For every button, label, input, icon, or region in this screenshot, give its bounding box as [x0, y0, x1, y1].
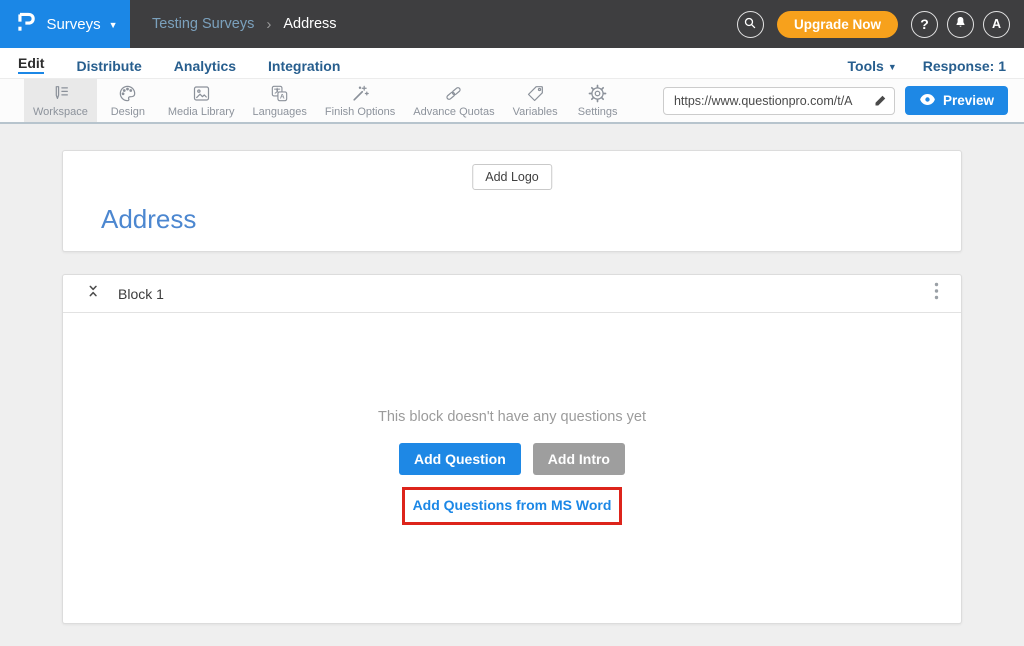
- bell-icon: [953, 15, 968, 33]
- toolbar-item-label: Settings: [578, 106, 618, 118]
- block-header: Block 1: [63, 275, 961, 313]
- toolbar-item-label: Workspace: [33, 106, 88, 118]
- topbar-actions: Upgrade Now ? A: [737, 11, 1024, 38]
- breadcrumb-separator-icon: ›: [266, 16, 271, 33]
- toolbar-item-label: Languages: [252, 106, 306, 118]
- toolbar-item-label: Media Library: [168, 106, 235, 118]
- product-switcher[interactable]: Surveys ▼: [0, 0, 130, 48]
- languages-icon: A: [269, 83, 290, 104]
- survey-editor-canvas: Add Logo Address Block 1: [0, 124, 1024, 624]
- block-body: This block doesn't have any questions ye…: [63, 313, 961, 623]
- variables-icon: [525, 83, 546, 104]
- toolbar-item-variables[interactable]: Variables: [504, 79, 567, 122]
- collapse-block-button[interactable]: [85, 283, 102, 304]
- editor-toolbar: Workspace Design Media Library: [0, 78, 1024, 124]
- tab-analytics[interactable]: Analytics: [174, 58, 236, 74]
- tab-distribute[interactable]: Distribute: [76, 58, 141, 74]
- survey-link-area: Preview: [663, 79, 1024, 122]
- toolbar-item-design[interactable]: Design: [97, 79, 159, 122]
- survey-title[interactable]: Address: [101, 204, 196, 235]
- toolbar-item-label: Finish Options: [325, 106, 395, 118]
- chevron-down-icon: ▼: [888, 62, 897, 72]
- media-library-icon: [191, 83, 212, 104]
- add-question-button[interactable]: Add Question: [399, 443, 521, 475]
- tools-menu-button[interactable]: Tools▼: [848, 58, 897, 74]
- nav-right: Tools▼ Response: 1: [848, 58, 1006, 74]
- toolbar-item-finish-options[interactable]: Finish Options: [316, 79, 404, 122]
- red-highlight-box: Add Questions from MS Word: [402, 487, 622, 525]
- toolbar-item-label: Advance Quotas: [413, 106, 494, 118]
- help-button[interactable]: ?: [911, 11, 938, 38]
- block-menu-button[interactable]: [934, 282, 939, 305]
- questionpro-logo-icon: [12, 9, 38, 40]
- search-button[interactable]: [737, 11, 764, 38]
- avatar-initial: A: [992, 17, 1001, 31]
- toolbar-item-settings[interactable]: Settings: [567, 79, 629, 122]
- add-intro-button[interactable]: Add Intro: [533, 443, 625, 475]
- toolbar-item-workspace[interactable]: Workspace: [24, 79, 97, 122]
- help-icon: ?: [920, 16, 929, 32]
- upgrade-now-button[interactable]: Upgrade Now: [777, 11, 898, 38]
- product-label: Surveys: [46, 16, 100, 33]
- chevron-down-icon: ▼: [109, 21, 118, 30]
- collapse-vertical-icon: [85, 283, 102, 304]
- eye-icon: [919, 93, 936, 109]
- design-icon: [117, 83, 138, 104]
- toolbar-item-languages[interactable]: A Languages: [243, 79, 315, 122]
- tab-integration[interactable]: Integration: [268, 58, 340, 74]
- kebab-menu-icon: [934, 282, 939, 305]
- survey-header-card: Add Logo Address: [62, 150, 962, 252]
- section-nav: Edit Distribute Analytics Integration To…: [0, 48, 1024, 78]
- toolbar-item-label: Variables: [513, 106, 558, 118]
- empty-block-message: This block doesn't have any questions ye…: [63, 409, 961, 425]
- toolbar-item-label: Design: [111, 106, 145, 118]
- advance-quotas-icon: [443, 83, 464, 104]
- breadcrumb: Testing Surveys › Address: [152, 16, 337, 33]
- svg-text:A: A: [280, 93, 285, 100]
- add-questions-from-ms-word-link[interactable]: Add Questions from MS Word: [413, 497, 612, 513]
- finish-options-icon: [350, 83, 371, 104]
- notifications-button[interactable]: [947, 11, 974, 38]
- tab-edit[interactable]: Edit: [18, 55, 44, 74]
- avatar[interactable]: A: [983, 11, 1010, 38]
- workspace-icon: [50, 83, 71, 104]
- search-icon: [742, 15, 758, 34]
- toolbar-item-advance-quotas[interactable]: Advance Quotas: [404, 79, 503, 122]
- block-card: Block 1 This block doesn't have any ques…: [62, 274, 962, 624]
- response-count[interactable]: Response: 1: [923, 58, 1006, 74]
- survey-url-input[interactable]: [663, 87, 895, 115]
- preview-button[interactable]: Preview: [905, 86, 1008, 115]
- survey-url-field: [663, 87, 895, 115]
- breadcrumb-parent[interactable]: Testing Surveys: [152, 16, 254, 32]
- block-title[interactable]: Block 1: [118, 286, 164, 302]
- edit-url-pencil-icon[interactable]: [873, 93, 888, 113]
- breadcrumb-current: Address: [283, 16, 336, 32]
- toolbar-item-media-library[interactable]: Media Library: [159, 79, 244, 122]
- add-logo-button[interactable]: Add Logo: [472, 164, 552, 190]
- settings-icon: [587, 83, 608, 104]
- block-actions: Add Question Add Intro: [63, 443, 961, 475]
- top-bar: Surveys ▼ Testing Surveys › Address Upgr…: [0, 0, 1024, 48]
- preview-label: Preview: [943, 93, 994, 108]
